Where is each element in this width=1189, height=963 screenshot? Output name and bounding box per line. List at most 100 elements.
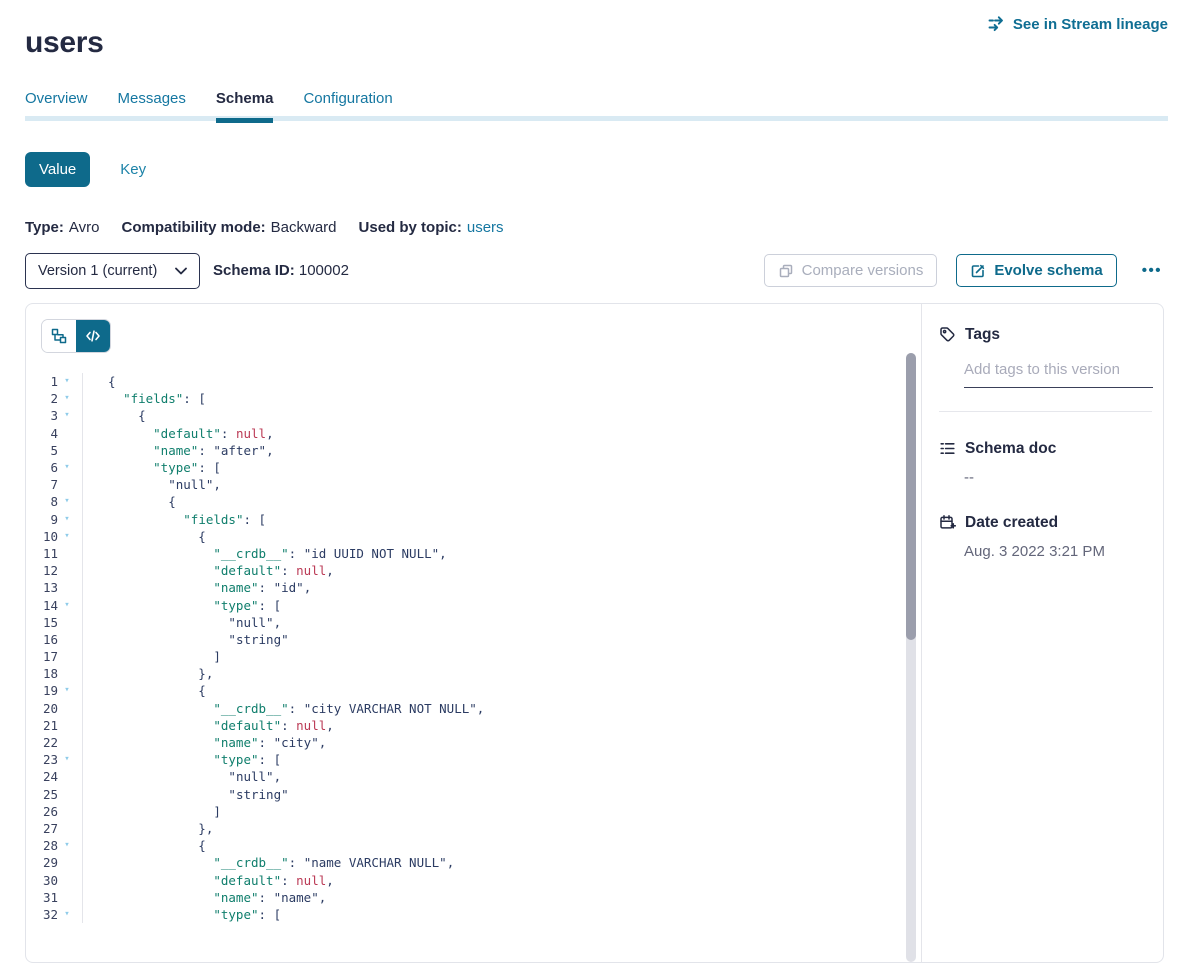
code-text: { <box>83 374 116 389</box>
code-text: "name": "city", <box>83 735 326 750</box>
fold-toggle-icon[interactable]: ▾ <box>58 411 76 420</box>
schema-doc-title: Schema doc <box>939 440 1149 458</box>
editor-gutter: 19▾ <box>26 682 83 699</box>
line-number: 12 <box>26 563 58 578</box>
fold-toggle-icon[interactable]: ▾ <box>58 601 76 610</box>
line-number: 17 <box>26 649 58 664</box>
fold-toggle-icon[interactable]: ▾ <box>58 532 76 541</box>
stream-lineage-icon <box>988 15 1006 33</box>
schema-card: 1▾{2▾ "fields": [3▾ {4 "default": null,5… <box>25 303 1164 963</box>
code-text: { <box>83 408 146 423</box>
code-text: "name": "id", <box>83 580 311 595</box>
line-number: 11 <box>26 546 58 561</box>
fold-toggle-icon[interactable]: ▾ <box>58 497 76 506</box>
evolve-schema-button[interactable]: Evolve schema <box>956 254 1116 287</box>
fold-toggle-icon[interactable]: ▾ <box>58 463 76 472</box>
line-number: 13 <box>26 580 58 595</box>
editor-gutter: 15 <box>26 614 83 631</box>
date-created-value: Aug. 3 2022 3:21 PM <box>964 543 1149 560</box>
line-number: 7 <box>26 477 58 492</box>
tree-view-button[interactable] <box>42 320 76 352</box>
code-text: }, <box>83 821 213 836</box>
edit-icon <box>970 263 986 279</box>
code-line: 19▾ { <box>26 682 902 699</box>
line-number: 20 <box>26 701 58 716</box>
editor-gutter: 26 <box>26 803 83 820</box>
code-text: "type": [ <box>83 907 281 922</box>
editor-gutter: 12 <box>26 562 83 579</box>
code-text: "type": [ <box>83 598 281 613</box>
chevron-down-icon <box>175 267 187 275</box>
editor-scrollbar-thumb[interactable] <box>906 353 916 640</box>
value-toggle-button[interactable]: Value <box>25 152 90 187</box>
line-number: 16 <box>26 632 58 647</box>
code-text: "default": null, <box>83 563 334 578</box>
copy-icon <box>778 263 794 279</box>
code-line: 14▾ "type": [ <box>26 596 902 613</box>
fold-toggle-icon[interactable]: ▾ <box>58 515 76 524</box>
editor-scrollbar[interactable] <box>906 353 916 962</box>
fold-toggle-icon[interactable]: ▾ <box>58 841 76 850</box>
tab-schema[interactable]: Schema <box>216 90 274 123</box>
editor-gutter: 5 <box>26 442 83 459</box>
key-toggle-link[interactable]: Key <box>120 161 146 178</box>
schema-code-editor[interactable]: 1▾{2▾ "fields": [3▾ {4 "default": null,5… <box>26 373 902 962</box>
editor-gutter: 14▾ <box>26 596 83 613</box>
code-icon <box>85 328 101 344</box>
fold-toggle-icon[interactable]: ▾ <box>58 755 76 764</box>
line-number: 8 <box>26 494 58 509</box>
editor-gutter: 29 <box>26 854 83 871</box>
editor-gutter: 11 <box>26 545 83 562</box>
line-number: 6 <box>26 460 58 475</box>
code-line: 32▾ "type": [ <box>26 906 902 923</box>
date-created-title: Date created <box>939 514 1149 532</box>
code-text: "null", <box>83 769 281 784</box>
code-text: "default": null, <box>83 873 334 888</box>
version-select[interactable]: Version 1 (current) <box>25 253 200 289</box>
editor-gutter: 25 <box>26 786 83 803</box>
code-line: 18 }, <box>26 665 902 682</box>
tab-overview[interactable]: Overview <box>25 90 88 123</box>
stream-lineage-link[interactable]: See in Stream lineage <box>988 15 1168 33</box>
code-text: { <box>83 683 206 698</box>
code-line: 27 }, <box>26 820 902 837</box>
editor-gutter: 20 <box>26 700 83 717</box>
editor-view-toggle <box>42 320 110 352</box>
code-line: 8▾ { <box>26 493 902 510</box>
editor-gutter: 22 <box>26 734 83 751</box>
line-number: 18 <box>26 666 58 681</box>
fold-toggle-icon[interactable]: ▾ <box>58 377 76 386</box>
code-line: 9▾ "fields": [ <box>26 511 902 528</box>
code-line: 1▾{ <box>26 373 902 390</box>
fold-toggle-icon[interactable]: ▾ <box>58 910 76 919</box>
code-line: 17 ] <box>26 648 902 665</box>
code-line: 10▾ { <box>26 528 902 545</box>
editor-gutter: 18 <box>26 665 83 682</box>
schema-meta-row: Type:Avro Compatibility mode:Backward Us… <box>25 219 504 236</box>
fold-toggle-icon[interactable]: ▾ <box>58 394 76 403</box>
schema-sidebar: Tags Schema doc -- <box>922 304 1163 962</box>
version-toolbar: Version 1 (current) Schema ID: 100002 Co… <box>25 253 1168 289</box>
topic-link[interactable]: users <box>467 219 504 236</box>
editor-gutter: 27 <box>26 820 83 837</box>
fold-toggle-icon[interactable]: ▾ <box>58 686 76 695</box>
code-line: 28▾ { <box>26 837 902 854</box>
tab-configuration[interactable]: Configuration <box>303 90 392 123</box>
add-tags-input[interactable] <box>964 361 1153 388</box>
editor-gutter: 4 <box>26 425 83 442</box>
editor-gutter: 30 <box>26 871 83 888</box>
editor-gutter: 16 <box>26 631 83 648</box>
editor-gutter: 13 <box>26 579 83 596</box>
code-text: { <box>83 529 206 544</box>
code-view-button[interactable] <box>76 320 110 352</box>
more-options-button[interactable]: ••• <box>1136 261 1168 280</box>
type-field: Type:Avro <box>25 219 99 236</box>
code-line: 22 "name": "city", <box>26 734 902 751</box>
editor-gutter: 10▾ <box>26 528 83 545</box>
code-text: "__crdb__": "city VARCHAR NOT NULL", <box>83 701 484 716</box>
tab-messages[interactable]: Messages <box>118 90 186 123</box>
sidebar-divider <box>939 411 1152 412</box>
line-number: 3 <box>26 408 58 423</box>
schema-editor-panel: 1▾{2▾ "fields": [3▾ {4 "default": null,5… <box>26 304 922 962</box>
compare-versions-button[interactable]: Compare versions <box>764 254 938 287</box>
